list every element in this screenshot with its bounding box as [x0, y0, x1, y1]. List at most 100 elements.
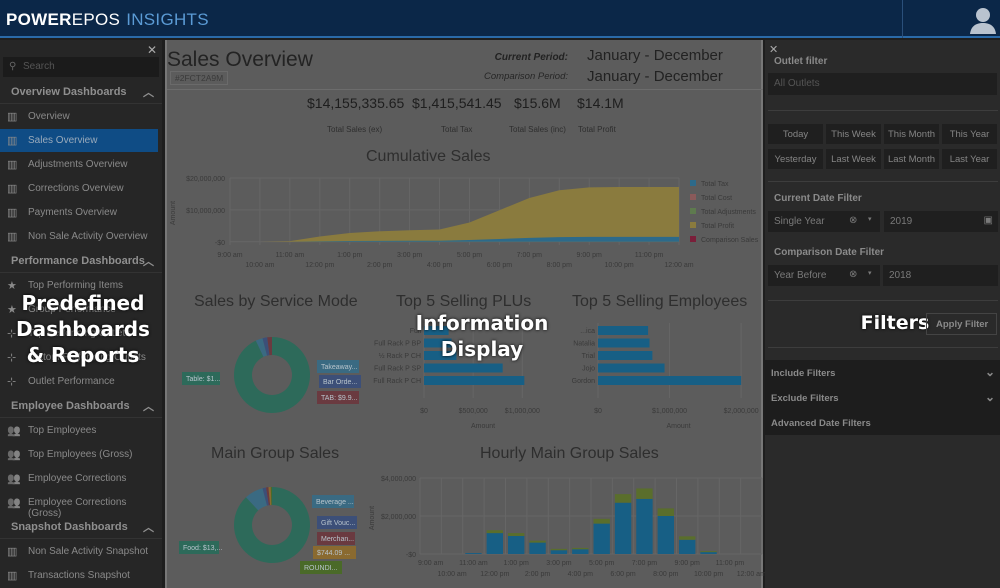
- top-plus-title: Top 5 Selling PLUs: [396, 293, 532, 310]
- bar: [598, 326, 649, 335]
- current-date-value-input[interactable]: 2019 ▣: [884, 211, 998, 232]
- sidebar-item[interactable]: ▥ Non Sale Activity Snapshot: [0, 540, 158, 563]
- current-date-type-select[interactable]: Single Year ⊗ ▾: [768, 211, 880, 232]
- legend-label: Total Tax: [701, 181, 729, 188]
- category-label: Jojo: [582, 366, 595, 373]
- sidebar-item[interactable]: ▥ Overview: [0, 105, 158, 128]
- chevron-up-icon[interactable]: ︿: [143, 253, 154, 269]
- sidebar-item[interactable]: 👥 Top Employees (Gross): [0, 443, 158, 466]
- chevron-up-icon[interactable]: ︿: [143, 84, 154, 100]
- kpi-label: Total Profit: [578, 125, 616, 134]
- x-tick-label: 12:00 pm: [305, 262, 334, 269]
- clear-icon[interactable]: ⊗: [849, 215, 857, 226]
- accordion-filter[interactable]: Advanced Date Filters: [765, 410, 1000, 435]
- cumulative-sales-chart: -$0 $10,000,000 $20,000,000 9:00 am10:00 am…: [170, 176, 759, 269]
- quick-date-button[interactable]: This Year: [942, 124, 997, 144]
- divider: [167, 89, 763, 90]
- bar: [424, 363, 503, 373]
- search-icon: ⚲: [9, 61, 17, 72]
- calendar-icon[interactable]: ▣: [984, 215, 993, 226]
- sidebar-item-label: Non Sale Activity Overview: [28, 231, 148, 242]
- bar-chart-icon: ▥: [7, 111, 18, 123]
- apply-filter-button[interactable]: Apply Filter: [926, 313, 997, 335]
- sidebar-item[interactable]: ▥ Corrections Overview: [0, 177, 158, 200]
- section-header[interactable]: Performance Dashboards ︿: [0, 249, 162, 273]
- chevron-up-icon[interactable]: ︿: [143, 398, 154, 414]
- quick-date-button[interactable]: This Month: [884, 124, 939, 144]
- quick-date-button[interactable]: This Week: [826, 124, 881, 144]
- chevron-down-icon[interactable]: ⌄: [985, 365, 995, 379]
- close-sidebar-icon[interactable]: ✕: [147, 43, 157, 57]
- chevron-up-icon[interactable]: ︿: [143, 519, 154, 535]
- bar: [598, 376, 742, 385]
- x-axis-label: Amount: [471, 423, 495, 430]
- chevron-down-icon[interactable]: ▾: [868, 269, 872, 277]
- sidebar-item-label: Top Employees: [28, 425, 97, 436]
- sidebar-item[interactable]: ▥ Transactions Snapshot: [0, 564, 158, 587]
- x-axis-label: Amount: [666, 423, 690, 430]
- sidebar-item[interactable]: 👥 Top Employees: [0, 419, 158, 442]
- sidebar-item[interactable]: ▥ Adjustments Overview: [0, 153, 158, 176]
- comparison-date-value-input[interactable]: 2018: [883, 265, 998, 286]
- sidebar-item[interactable]: ▥ Sales Overview: [0, 129, 158, 152]
- slice-label: Gift Vouc...: [321, 520, 355, 527]
- quick-date-button[interactable]: Last Year: [942, 149, 997, 169]
- section-header[interactable]: Snapshot Dashboards ︿: [0, 515, 162, 539]
- x-tick-label: 1:00 pm: [337, 252, 362, 259]
- top-employees-title: Top 5 Selling Employees: [572, 293, 748, 310]
- chevron-down-icon[interactable]: ⌄: [985, 390, 995, 404]
- sidebar-item[interactable]: ⊹ Outlet Performance: [0, 370, 158, 393]
- overlay-label-dashboards: Predefined Dashboards & Reports: [16, 291, 150, 367]
- current-period: January - December: [587, 47, 723, 64]
- bar: [636, 498, 653, 554]
- x-tick-label: 11:00 pm: [635, 252, 664, 259]
- bar: [593, 518, 610, 524]
- x-tick-label: 12:00 am: [664, 262, 693, 269]
- cumulative-sales-title: Cumulative Sales: [366, 148, 491, 165]
- logo[interactable]: POWEREPOS INSIGHTS: [6, 10, 209, 30]
- category-label: Gordon: [572, 378, 595, 385]
- bar: [700, 551, 717, 553]
- current-period-label: Current Period:: [494, 52, 568, 63]
- section-header[interactable]: Overview Dashboards ︿: [0, 80, 162, 104]
- select-value: Year Before: [774, 270, 827, 281]
- sidebar-item[interactable]: 👥 Employee Corrections (Gross): [0, 491, 158, 519]
- x-tick-label: $1,000,000: [652, 408, 687, 415]
- sidebar-item[interactable]: ▥ Non Sale Activity Overview: [0, 225, 158, 248]
- users-icon: 👥: [7, 497, 21, 509]
- sidebar-item-label: Adjustments Overview: [28, 159, 128, 170]
- legend-swatch: [690, 208, 696, 214]
- bar-chart-icon: ▥: [7, 231, 18, 243]
- legend-label: Total Profit: [701, 223, 734, 230]
- outlet-filter-label: Outlet filter: [774, 56, 828, 67]
- kpi-value: $15.6M: [514, 95, 561, 111]
- information-display: Sales Overview #2FCT2A9M Current Period:…: [165, 40, 765, 588]
- search-placeholder: Search: [23, 61, 55, 72]
- bar: [636, 488, 653, 499]
- search-input[interactable]: ⚲ Search: [3, 57, 159, 77]
- sidebar-item-label: Top Employees (Gross): [28, 449, 133, 460]
- y-tick-label: -$0: [215, 240, 225, 247]
- clear-icon[interactable]: ⊗: [849, 269, 857, 280]
- section-title: Performance Dashboards: [11, 255, 145, 267]
- x-tick-label: 7:00 pm: [517, 252, 542, 259]
- accordion-filter[interactable]: Include Filters ⌄: [765, 360, 1000, 385]
- close-filters-icon[interactable]: ✕: [769, 43, 778, 56]
- x-tick-label: 12:00 am: [737, 571, 765, 578]
- outlet-filter-input[interactable]: All Outlets: [768, 73, 997, 95]
- accordion-title: Advanced Date Filters: [771, 418, 871, 429]
- section-header[interactable]: Employee Dashboards ︿: [0, 394, 162, 418]
- quick-date-button[interactable]: Today: [768, 124, 823, 144]
- user-avatar-icon[interactable]: [968, 4, 998, 34]
- service-mode-donut: Table: $1... Takeaway... Bar Orde... TAB: $…: [182, 337, 361, 413]
- sidebar-item[interactable]: ▥ Payments Overview: [0, 201, 158, 224]
- quick-date-button[interactable]: Yesterday: [768, 149, 823, 169]
- accordion-filter[interactable]: Exclude Filters ⌄: [765, 385, 1000, 410]
- comparison-date-type-select[interactable]: Year Before ⊗ ▾: [768, 265, 880, 286]
- sidebar-item[interactable]: 👥 Employee Corrections: [0, 467, 158, 490]
- quick-date-button[interactable]: Last Month: [884, 149, 939, 169]
- chevron-down-icon[interactable]: ▾: [868, 215, 872, 223]
- bar: [486, 530, 503, 534]
- quick-date-button[interactable]: Last Week: [826, 149, 881, 169]
- sidebar-item-label: Outlet Performance: [28, 376, 115, 387]
